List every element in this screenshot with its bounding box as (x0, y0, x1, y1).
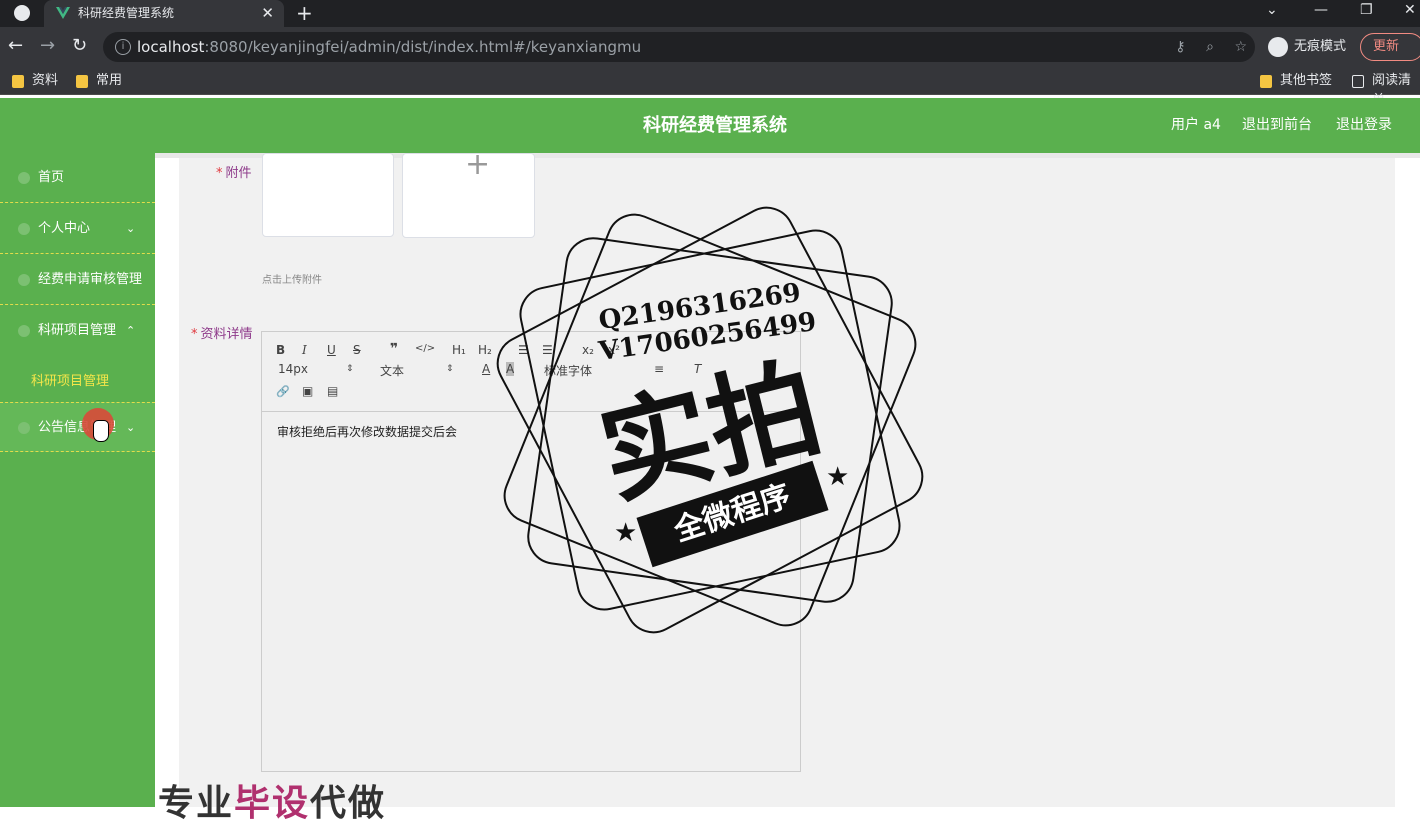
details-label-text: 资料详情 (200, 327, 253, 342)
url-path: :8080/keyanjingfei/admin/dist/index.html… (204, 38, 642, 56)
reload-icon[interactable]: ↻ (72, 35, 87, 57)
details-label: * 资料详情 (191, 323, 253, 342)
sidebar-item-fund-review[interactable]: 经费申请审核管理 (0, 255, 155, 305)
incognito-badge[interactable]: 无痕模式 (1268, 33, 1346, 61)
url-host: localhost (137, 38, 205, 56)
sidebar: 首页 个人中心 ⌄ 经费申请审核管理 科研项目管理 ⌃ 科研项目管理 公告信息管… (0, 153, 155, 807)
site-info-icon[interactable]: i (115, 39, 131, 55)
reading-list-icon (1352, 75, 1364, 88)
user-icon (18, 422, 30, 434)
upload-hint: 点击上传附件 (262, 275, 322, 286)
italic-button[interactable]: I (302, 343, 307, 357)
user-icon (18, 223, 30, 235)
sidebar-item-label: 科研项目管理 (38, 323, 117, 338)
chevron-updown-icon: ⇕ (346, 364, 354, 374)
bookmark-other[interactable]: 其他书签 (1258, 71, 1332, 91)
required-mark: * (191, 327, 198, 342)
folder-icon (12, 75, 24, 88)
sidebar-item-label: 首页 (38, 170, 65, 185)
forward-icon[interactable]: → (40, 35, 55, 57)
address-row: ← → ↻ i localhost:8080/keyanjingfei/admi… (0, 27, 1420, 67)
browser-tab[interactable]: 科研经费管理系统 ✕ (44, 0, 284, 27)
key-icon[interactable]: ⚷ (1175, 39, 1185, 55)
chevron-down-icon: ⌄ (126, 222, 136, 235)
star-icon: ★ (614, 518, 638, 548)
tab-search-icon[interactable]: ⌄ (1266, 2, 1278, 18)
required-mark: * (216, 166, 223, 181)
bookmarks-bar: 资料 常用 其他书签 阅读清单 (0, 67, 1420, 108)
text-type-select[interactable]: 文本 (380, 362, 404, 379)
user-name: 用户 a4 (1171, 117, 1221, 133)
app-header: 科研经费管理系统 用户 a4 退出到前台 退出登录 (0, 98, 1420, 153)
bookmark-ziliao[interactable]: 资料 (10, 71, 58, 91)
tab-title: 科研经费管理系统 (78, 6, 175, 20)
bold-button[interactable]: B (276, 343, 285, 357)
close-tab-icon[interactable]: ✕ (261, 0, 274, 27)
update-button[interactable]: 更新 (1360, 33, 1420, 61)
attachment-label: * 附件 (216, 162, 252, 181)
image-icon[interactable]: ▣ (302, 384, 313, 398)
back-icon[interactable]: ← (8, 35, 23, 57)
attachment-label-text: 附件 (225, 166, 252, 181)
uploaded-file-preview[interactable] (262, 153, 394, 237)
h2-button[interactable]: H₂ (478, 343, 492, 357)
font-color-icon[interactable]: A (482, 362, 490, 376)
chevron-up-icon: ⌃ (126, 324, 136, 337)
address-bar[interactable]: i localhost:8080/keyanjingfei/admin/dist… (103, 32, 1255, 62)
sidebar-item-label: 经费申请审核管理 (38, 272, 143, 287)
home-icon (18, 172, 30, 184)
code-button[interactable]: </> (415, 343, 435, 354)
menu-icon (18, 274, 30, 286)
bottom-watermark-highlight: 毕设 (234, 783, 311, 824)
strikethrough-button[interactable]: S (353, 343, 361, 357)
incognito-label: 无痕模式 (1294, 39, 1347, 54)
sidebar-item-notice[interactable]: 公告信息管理 ⌄ (0, 402, 155, 452)
video-icon[interactable]: ▤ (327, 384, 338, 398)
bottom-watermark: 专业毕设代做 (158, 774, 386, 826)
vue-logo-icon (56, 7, 70, 19)
omnibox-icons: ⚷ ⌕ ☆ (1175, 32, 1247, 62)
link-icon[interactable]: 🔗 (276, 385, 290, 398)
underline-button[interactable]: U (327, 343, 336, 357)
font-size-select[interactable]: 14px (278, 362, 308, 376)
bookmark-label: 常用 (96, 73, 123, 88)
bottom-watermark-text-end: 代做 (310, 783, 387, 824)
sidebar-item-home[interactable]: 首页 (0, 153, 155, 203)
logout-link[interactable]: 退出登录 (1336, 98, 1392, 153)
blockquote-button[interactable]: ❞ (390, 341, 398, 357)
zoom-icon[interactable]: ⌕ (1206, 39, 1214, 55)
bottom-watermark-text: 专业 (158, 783, 235, 824)
minimize-icon[interactable]: — (1314, 2, 1328, 18)
globe-icon (14, 5, 30, 21)
plus-icon: + (465, 147, 491, 182)
folder-icon (1260, 75, 1272, 88)
chevron-updown-icon: ⇕ (446, 364, 454, 374)
folder-icon (76, 75, 88, 88)
bookmark-changyong[interactable]: 常用 (74, 71, 122, 91)
bookmark-label: 其他书签 (1280, 73, 1333, 88)
sidebar-item-project-mgmt[interactable]: 科研项目管理 ⌃ (0, 306, 155, 356)
hand-cursor-icon (93, 420, 109, 442)
menu-icon (18, 325, 30, 337)
new-tab-icon[interactable]: + (296, 0, 313, 26)
chevron-down-icon: ⌄ (126, 421, 136, 434)
sidebar-item-label: 个人中心 (38, 221, 91, 236)
star-icon: ★ (826, 462, 850, 492)
restore-icon[interactable]: ❐ (1360, 2, 1373, 18)
close-window-icon[interactable]: ✕ (1404, 2, 1416, 18)
incognito-icon (1268, 37, 1288, 57)
sidebar-item-personal[interactable]: 个人中心 ⌄ (0, 204, 155, 254)
submenu-project-mgmt[interactable]: 科研项目管理 (0, 362, 155, 402)
back-to-front-link[interactable]: 退出到前台 (1242, 98, 1312, 153)
editor-content[interactable]: 审核拒绝后再次修改数据提交后会 (277, 423, 457, 440)
browser-tabbar: 科研经费管理系统 ✕ + ⌄ — ❐ ✕ (0, 0, 1420, 27)
h1-button[interactable]: H₁ (452, 343, 466, 357)
star-icon[interactable]: ☆ (1234, 39, 1247, 55)
bookmark-label: 资料 (32, 73, 59, 88)
